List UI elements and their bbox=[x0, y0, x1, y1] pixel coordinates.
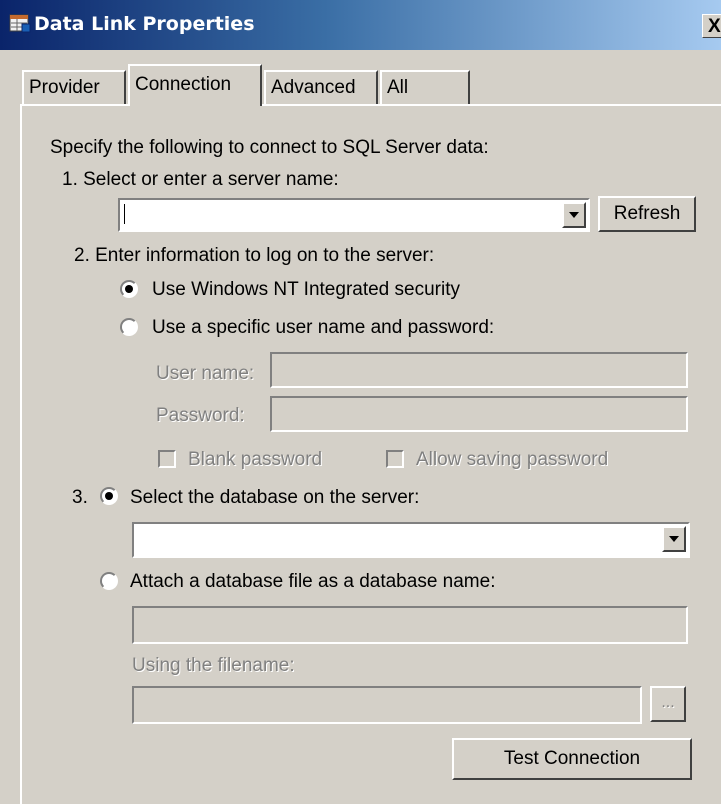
step3-number: 3. bbox=[72, 487, 88, 508]
tab-label: Connection bbox=[135, 74, 232, 95]
radio-specific-user[interactable] bbox=[120, 318, 138, 336]
window-title: Data Link Properties bbox=[34, 13, 255, 35]
database-combobox[interactable] bbox=[132, 522, 690, 558]
attach-name-field[interactable] bbox=[132, 606, 688, 644]
radio-dot bbox=[125, 285, 133, 293]
server-name-combobox[interactable] bbox=[118, 198, 590, 232]
browse-button[interactable]: ... bbox=[650, 686, 686, 722]
step1-label: 1. Select or enter a server name: bbox=[62, 169, 339, 190]
test-connection-button[interactable]: Test Connection bbox=[452, 738, 692, 780]
chevron-down-icon bbox=[569, 212, 579, 218]
refresh-button[interactable]: Refresh bbox=[598, 196, 696, 232]
radio-specific-user-label[interactable]: Use a specific user name and password: bbox=[152, 316, 494, 340]
radio-attach-database[interactable] bbox=[100, 572, 118, 590]
tab-label: All bbox=[387, 77, 409, 98]
allow-saving-checkbox[interactable] bbox=[386, 450, 404, 468]
blank-password-label: Blank password bbox=[188, 449, 323, 470]
radio-dot bbox=[105, 492, 113, 500]
tab-connection[interactable]: Connection bbox=[128, 64, 262, 106]
close-button[interactable]: X bbox=[702, 14, 721, 38]
radio-select-database[interactable] bbox=[100, 487, 118, 505]
radio-select-database-label[interactable]: Select the database on the server: bbox=[130, 486, 419, 510]
password-field[interactable] bbox=[270, 396, 688, 432]
chevron-down-icon bbox=[669, 536, 679, 542]
tab-advanced[interactable]: Advanced bbox=[264, 70, 378, 104]
tab-label: Provider bbox=[29, 77, 100, 98]
blank-password-checkbox[interactable] bbox=[158, 450, 176, 468]
tab-label: Advanced bbox=[271, 77, 356, 98]
filename-field[interactable] bbox=[132, 686, 642, 724]
title-bar: Data Link Properties X bbox=[0, 0, 721, 50]
database-dropdown-button[interactable] bbox=[662, 526, 686, 552]
step2-label: 2. Enter information to log on to the se… bbox=[74, 245, 435, 266]
data-link-icon bbox=[9, 14, 31, 33]
radio-nt-security[interactable] bbox=[120, 280, 138, 298]
radio-attach-database-label[interactable]: Attach a database file as a database nam… bbox=[130, 570, 495, 594]
text-caret bbox=[124, 204, 125, 224]
filename-label: Using the filename: bbox=[132, 655, 295, 676]
username-field[interactable] bbox=[270, 352, 688, 388]
allow-saving-label: Allow saving password bbox=[416, 449, 609, 470]
username-label: User name: bbox=[156, 363, 255, 384]
radio-nt-security-label[interactable]: Use Windows NT Integrated security bbox=[152, 278, 460, 302]
tab-all[interactable]: All bbox=[380, 70, 470, 104]
intro-text: Specify the following to connect to SQL … bbox=[50, 137, 489, 158]
password-label: Password: bbox=[156, 405, 245, 426]
server-dropdown-button[interactable] bbox=[562, 202, 586, 228]
tab-provider[interactable]: Provider bbox=[22, 70, 126, 104]
